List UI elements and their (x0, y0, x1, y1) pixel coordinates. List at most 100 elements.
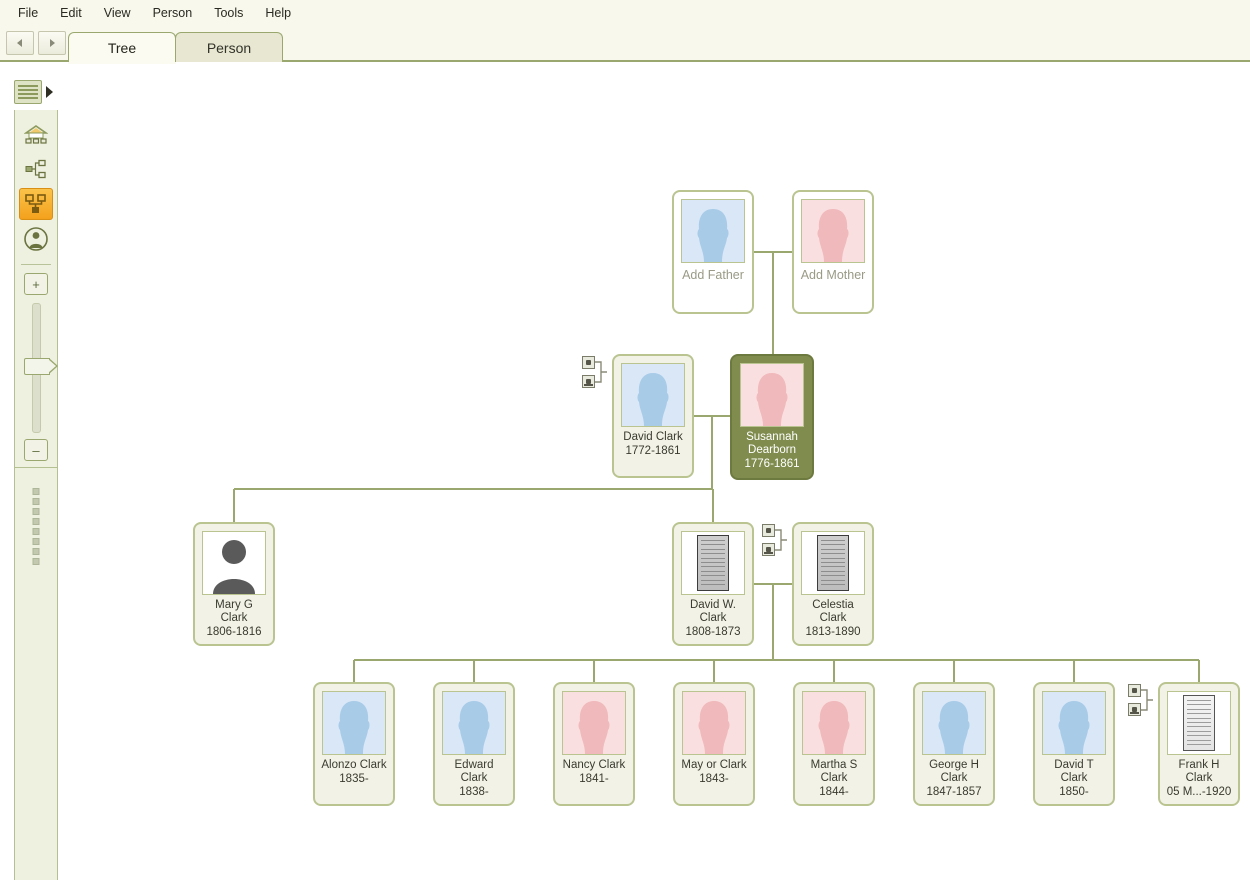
sidebar-divider (21, 264, 51, 265)
person-node-susannah-dearborn[interactable]: Susannah Dearborn 1776-1861 (730, 354, 814, 480)
portrait-thumbnail (621, 363, 685, 427)
person-circle-glyph (24, 227, 48, 251)
profile-silhouette-icon (818, 701, 850, 754)
forward-arrow-icon (50, 39, 55, 47)
sidebar-expand-button[interactable] (44, 85, 54, 99)
profile-silhouette-icon (697, 209, 729, 262)
panel-splitter[interactable] (14, 468, 58, 880)
person-name: Alonzo Clark (321, 759, 387, 771)
person-dates: 1843- (699, 773, 729, 785)
tree-canvas[interactable]: Add Father Add Mother David Clark 1772-1861… (58, 64, 1250, 880)
person-name: Celestia Clark (812, 599, 854, 624)
portrait-thumbnail (922, 691, 986, 755)
person-dates: 1838- (459, 786, 489, 798)
person-name: Edward Clark (454, 759, 494, 784)
menu-item-edit[interactable]: Edit (50, 3, 92, 23)
back-button[interactable] (6, 31, 34, 55)
person-name: Mary G Clark (215, 599, 253, 624)
person-node-frank-h-clark[interactable]: Frank H Clark 05 M...-1920 (1158, 682, 1240, 806)
chevron-right-icon (46, 86, 53, 98)
tab-list: Tree Person (68, 32, 283, 62)
portrait-thumbnail (801, 199, 865, 263)
person-name: David Clark (623, 431, 683, 443)
zoom-slider-thumb[interactable] (23, 357, 58, 375)
menu-item-view[interactable]: View (94, 3, 141, 23)
person-dates: 1841- (579, 773, 609, 785)
person-node-david-w-clark[interactable]: David W. Clark 1808-1873 (672, 522, 754, 646)
ancestor-tree-icon[interactable] (20, 154, 52, 184)
parent-indicator[interactable] (582, 356, 607, 388)
person-node-add-father[interactable]: Add Father (672, 190, 754, 314)
person-name: Susannah Dearborn (746, 431, 798, 456)
tab-strip: Tree Person (0, 26, 1250, 62)
portrait-thumbnail (740, 363, 804, 427)
sidebar-header (14, 76, 60, 108)
portrait-thumbnail (202, 531, 266, 595)
person-name: Frank H Clark (1178, 759, 1220, 784)
profile-silhouette-icon (938, 701, 970, 754)
person-dates: 1850- (1059, 786, 1089, 798)
person-name: Martha S Clark (810, 759, 858, 784)
person-node-alonzo-clark[interactable]: Alonzo Clark 1835- (313, 682, 395, 806)
splitter-grip (32, 488, 40, 565)
folder-list-icon[interactable] (14, 80, 42, 104)
forward-button[interactable] (38, 31, 66, 55)
profile-silhouette-icon (817, 209, 849, 262)
tab-person[interactable]: Person (175, 32, 283, 62)
parent-indicator[interactable] (1128, 684, 1153, 716)
add-person-label: Add Father (682, 268, 744, 282)
person-dates: 1847-1857 (926, 786, 982, 798)
home-tree-icon[interactable] (20, 120, 52, 150)
person-node-add-mother[interactable]: Add Mother (792, 190, 874, 314)
person-node-may-or-clark[interactable]: May or Clark 1843- (673, 682, 755, 806)
menu-item-help[interactable]: Help (255, 3, 301, 23)
document-thumbnail (697, 535, 729, 591)
parent-link-icon (1128, 703, 1141, 716)
parent-bracket-icon (1141, 689, 1153, 711)
person-node-mary-g-clark[interactable]: Mary G Clark 1806-1816 (193, 522, 275, 646)
person-name: George H Clark (929, 759, 979, 784)
menu-item-file[interactable]: File (8, 3, 48, 23)
menu-bar: File Edit View Person Tools Help (0, 0, 1250, 26)
add-person-label: Add Mother (800, 268, 866, 282)
person-node-george-h-clark[interactable]: George H Clark 1847-1857 (913, 682, 995, 806)
parent-link-icon (762, 543, 775, 556)
parent-indicator[interactable] (762, 524, 787, 556)
zoom-in-button[interactable]: + (24, 273, 48, 295)
person-dates: 1835- (339, 773, 369, 785)
tool-sidebar: + – (14, 110, 58, 468)
menu-item-tools[interactable]: Tools (204, 3, 253, 23)
document-thumbnail (817, 535, 849, 591)
profile-silhouette-icon (698, 701, 730, 754)
menu-item-person[interactable]: Person (143, 3, 203, 23)
person-node-david-clark[interactable]: David Clark 1772-1861 (612, 354, 694, 478)
person-dates: 05 M...-1920 (1166, 786, 1232, 798)
document-thumbnail (1183, 695, 1215, 751)
person-name: David W. Clark (689, 599, 736, 624)
parent-bracket-icon (595, 361, 607, 383)
portrait-thumbnail (802, 691, 866, 755)
person-node-martha-s-clark[interactable]: Martha S Clark 1844- (793, 682, 875, 806)
person-dates: 1813-1890 (805, 626, 861, 638)
descendant-tree-icon[interactable] (19, 188, 53, 220)
parent-link-icon (1128, 684, 1141, 714)
zoom-slider-track[interactable] (23, 303, 58, 433)
navigation-buttons (6, 31, 66, 55)
profile-silhouette-icon (756, 373, 788, 426)
person-circle-icon[interactable] (20, 224, 52, 254)
parent-link-icon (582, 375, 595, 388)
person-node-celestia-clark[interactable]: Celestia Clark 1813-1890 (792, 522, 874, 646)
profile-silhouette-icon (338, 701, 370, 754)
person-node-david-t-clark[interactable]: David T Clark 1850- (1033, 682, 1115, 806)
parent-link-icon (582, 356, 595, 386)
person-node-edward-clark[interactable]: Edward Clark 1838- (433, 682, 515, 806)
zoom-out-button[interactable]: – (24, 439, 48, 461)
parent-bracket-icon (775, 529, 787, 551)
portrait-thumbnail (681, 531, 745, 595)
unknown-person-icon (213, 540, 255, 594)
person-name: May or Clark (681, 759, 747, 771)
profile-silhouette-icon (458, 701, 490, 754)
tab-tree[interactable]: Tree (68, 32, 176, 62)
descendant-tree-glyph (25, 194, 46, 213)
person-node-nancy-clark[interactable]: Nancy Clark 1841- (553, 682, 635, 806)
